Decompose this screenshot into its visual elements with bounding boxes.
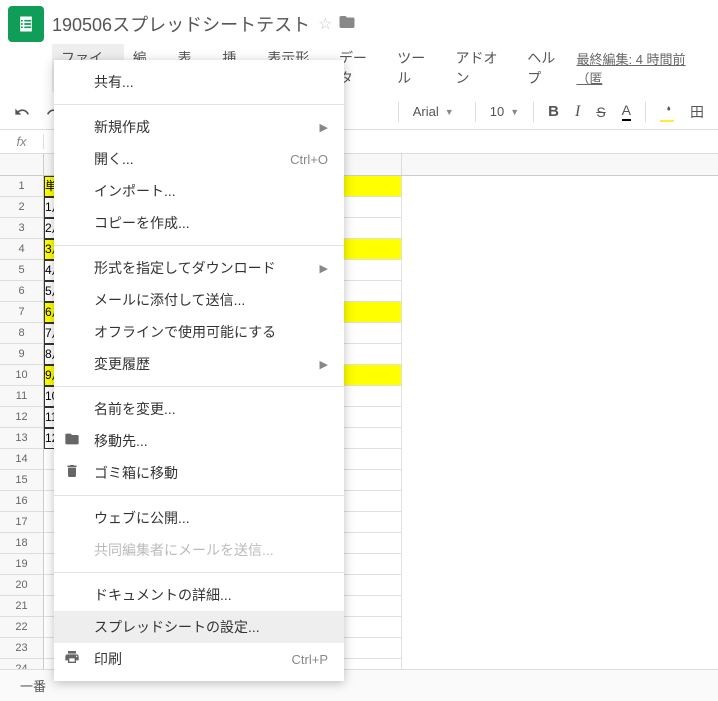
submenu-arrow-icon: ▶ xyxy=(320,358,328,371)
menu-item[interactable]: 名前を変更... xyxy=(54,393,344,425)
sheet-tab[interactable]: 一番 xyxy=(20,676,46,695)
menu-item[interactable]: インポート... xyxy=(54,175,344,207)
star-icon[interactable]: ☆ xyxy=(318,14,332,34)
borders-button[interactable]: 田 xyxy=(684,98,710,126)
menu-item[interactable]: ウェブに公開... xyxy=(54,502,344,534)
text-color-button[interactable]: A xyxy=(616,98,637,125)
row-header[interactable]: 16 xyxy=(0,491,44,512)
row-header[interactable]: 18 xyxy=(0,533,44,554)
select-all-corner[interactable] xyxy=(0,154,44,175)
chevron-down-icon: ▼ xyxy=(510,107,519,117)
print-icon xyxy=(64,649,80,670)
trash-icon xyxy=(64,463,80,484)
strikethrough-button[interactable]: S xyxy=(590,100,611,124)
row-header[interactable]: 14 xyxy=(0,449,44,470)
menu-item: 共同編集者にメールを送信... xyxy=(54,534,344,566)
row-header[interactable]: 19 xyxy=(0,554,44,575)
fx-label: fx xyxy=(0,134,44,149)
row-header[interactable]: 5 xyxy=(0,260,44,281)
menu-item[interactable]: 共有... xyxy=(54,66,344,98)
menu-ツール[interactable]: ツール xyxy=(388,44,446,92)
last-edit-link[interactable]: 最終編集: 4 時間前（匿 xyxy=(576,49,712,87)
row-header[interactable]: 1 xyxy=(0,176,44,197)
row-header[interactable]: 20 xyxy=(0,575,44,596)
menu-item[interactable]: 変更履歴▶ xyxy=(54,348,344,380)
menu-item[interactable]: 新規作成▶ xyxy=(54,111,344,143)
row-header[interactable]: 9 xyxy=(0,344,44,365)
submenu-arrow-icon: ▶ xyxy=(320,262,328,275)
menu-アドオン[interactable]: アドオン xyxy=(447,44,519,92)
row-header[interactable]: 23 xyxy=(0,638,44,659)
row-header[interactable]: 15 xyxy=(0,470,44,491)
row-header[interactable]: 12 xyxy=(0,407,44,428)
fill-color-button[interactable] xyxy=(654,98,680,126)
row-header[interactable]: 17 xyxy=(0,512,44,533)
undo-button[interactable] xyxy=(8,100,36,124)
chevron-down-icon: ▼ xyxy=(445,107,454,117)
sheets-logo-icon[interactable] xyxy=(8,6,44,42)
font-size-select[interactable]: 10▼ xyxy=(484,100,525,123)
menu-item[interactable]: ゴミ箱に移動 xyxy=(54,457,344,489)
menu-item[interactable]: スプレッドシートの設定... xyxy=(54,611,344,643)
font-family-select[interactable]: Arial▼ xyxy=(407,100,467,123)
row-header[interactable]: 6 xyxy=(0,281,44,302)
folder-icon[interactable] xyxy=(338,13,356,36)
file-menu-dropdown: 共有... 新規作成▶開く...Ctrl+Oインポート...コピーを作成... 形式… xyxy=(54,60,344,681)
row-header[interactable]: 21 xyxy=(0,596,44,617)
row-header[interactable]: 4 xyxy=(0,239,44,260)
row-header[interactable]: 10 xyxy=(0,365,44,386)
menu-item[interactable]: ドキュメントの詳細... xyxy=(54,579,344,611)
menu-item[interactable]: 開く...Ctrl+O xyxy=(54,143,344,175)
bold-button[interactable]: B xyxy=(542,99,565,124)
menu-item[interactable]: 形式を指定してダウンロード▶ xyxy=(54,252,344,284)
row-header[interactable]: 7 xyxy=(0,302,44,323)
row-header[interactable]: 8 xyxy=(0,323,44,344)
row-header[interactable]: 2 xyxy=(0,197,44,218)
menu-item[interactable]: コピーを作成... xyxy=(54,207,344,239)
document-title[interactable]: 190506スプレッドシートテスト xyxy=(52,11,310,37)
row-header[interactable]: 22 xyxy=(0,617,44,638)
menu-item[interactable]: メールに添付して送信... xyxy=(54,284,344,316)
row-header[interactable]: 13 xyxy=(0,428,44,449)
folder-icon xyxy=(64,431,80,452)
italic-button[interactable]: I xyxy=(569,99,586,125)
menu-item[interactable]: オフラインで使用可能にする xyxy=(54,316,344,348)
row-header[interactable]: 3 xyxy=(0,218,44,239)
menu-item[interactable]: 移動先... xyxy=(54,425,344,457)
menu-item[interactable]: 印刷Ctrl+P xyxy=(54,643,344,675)
row-header[interactable]: 11 xyxy=(0,386,44,407)
submenu-arrow-icon: ▶ xyxy=(320,121,328,134)
menu-ヘルプ[interactable]: ヘルプ xyxy=(518,44,576,92)
